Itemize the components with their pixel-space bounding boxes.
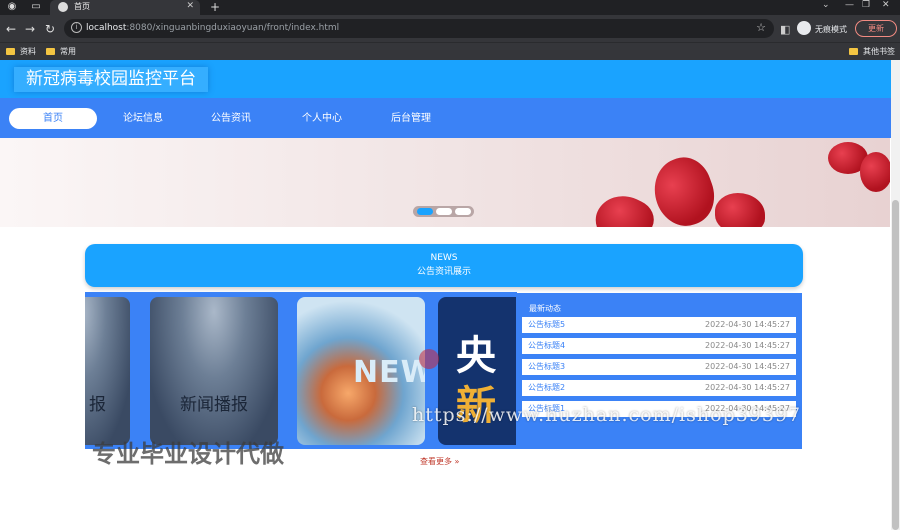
nav-home[interactable]: 首页 — [9, 108, 97, 129]
latest-news-item-title: 公告标题2 — [528, 383, 566, 392]
latest-news-item-title: 公告标题3 — [528, 362, 566, 371]
latest-news-item-title: 公告标题5 — [528, 320, 566, 329]
rose-petal-image — [645, 150, 723, 227]
close-window-icon[interactable]: ✕ — [882, 0, 890, 10]
nav-forum[interactable]: 论坛信息 — [104, 108, 182, 129]
banner-dot-1[interactable] — [417, 208, 433, 215]
nav-profile[interactable]: 个人中心 — [283, 108, 361, 129]
watermark-text: 专业毕业设计代做 — [92, 440, 284, 468]
latest-news-item[interactable]: 公告标题3 2022-04-30 14:45:27 — [522, 359, 796, 375]
site-header: 新冠病毒校园监控平台 — [0, 60, 900, 98]
latest-news-item-date: 2022-04-30 14:45:27 — [705, 341, 790, 350]
nav-announcements[interactable]: 公告资讯 — [192, 108, 270, 129]
chrome-menu-icon[interactable]: ◉ — [6, 1, 18, 13]
folder-icon — [849, 48, 858, 55]
banner-dot-2[interactable] — [436, 208, 452, 215]
latest-news-item-date: 2022-04-30 14:45:27 — [705, 320, 790, 329]
other-bookmarks[interactable]: 其他书签 — [849, 46, 895, 57]
news-card[interactable]: 报 — [85, 297, 130, 445]
url-text: localhost:8080/xinguanbingduxiaoyuan/fro… — [86, 23, 340, 33]
rose-petal-image — [715, 193, 765, 227]
browser-address-bar: ← → ↻ i localhost:8080/xinguanbingduxiao… — [0, 15, 900, 42]
favicon-icon — [58, 2, 68, 12]
news-section-header: NEWS 公告资讯展示 — [85, 244, 803, 287]
news-title-en: NEWS — [430, 253, 458, 263]
folder-icon — [6, 48, 15, 55]
news-card-caption: 新闻播报 — [180, 395, 248, 415]
minimize-icon[interactable]: — — [845, 0, 854, 10]
latest-news-item[interactable]: 公告标题2 2022-04-30 14:45:27 — [522, 380, 796, 396]
banner-dot-3[interactable] — [455, 208, 471, 215]
news-card[interactable]: NEW — [297, 297, 425, 445]
browser-tab-title: 首页 — [74, 2, 90, 11]
browser-tab-active[interactable]: 首页 ✕ — [50, 0, 200, 15]
folder-icon — [46, 48, 55, 55]
scrollbar-thumb[interactable] — [892, 200, 899, 530]
forward-icon[interactable]: → — [25, 22, 35, 36]
bookmarks-bar: 资料 常用 其他书签 — [0, 42, 900, 60]
news-card-caption: 报 — [89, 395, 106, 415]
page-scrollbar[interactable] — [891, 60, 900, 530]
new-tab-icon[interactable]: + — [210, 0, 220, 14]
latest-news-item[interactable]: 公告标题4 2022-04-30 14:45:27 — [522, 338, 796, 354]
main-nav: 首页 论坛信息 公告资讯 个人中心 后台管理 — [0, 98, 900, 138]
mouse-cursor-highlight — [419, 349, 439, 369]
latest-news-item[interactable]: 公告标题5 2022-04-30 14:45:27 — [522, 317, 796, 333]
tab-search-icon[interactable]: ⌄ — [822, 0, 830, 10]
incognito-icon — [797, 21, 811, 35]
update-button[interactable]: 更新 — [855, 20, 897, 37]
browser-tab-bar: ◉ ▭ 首页 ✕ + ⌄ — ❐ ✕ — [0, 0, 900, 15]
news-card-caption: NEW — [353, 355, 425, 390]
bookmark-star-icon[interactable]: ☆ — [756, 21, 766, 34]
reload-icon[interactable]: ↻ — [45, 22, 55, 36]
site-info-icon[interactable]: i — [71, 22, 82, 33]
latest-news-item-title: 公告标题4 — [528, 341, 566, 350]
url-input[interactable]: i localhost:8080/xinguanbingduxiaoyuan/f… — [64, 19, 774, 38]
view-more-link[interactable]: 查看更多 » — [420, 456, 459, 467]
rose-petal-image — [588, 186, 660, 227]
rose-petal-image — [860, 152, 890, 192]
maximize-icon[interactable]: ❐ — [862, 0, 870, 10]
news-title-zh: 公告资讯展示 — [416, 267, 471, 277]
hero-banner — [0, 138, 890, 227]
back-icon[interactable]: ← — [6, 22, 16, 36]
bookmark-folder-changyong[interactable]: 常用 — [46, 46, 76, 57]
latest-news-title: 最新动态 — [529, 304, 561, 313]
incognito-label: 无痕模式 — [815, 25, 847, 34]
latest-news-item-date: 2022-04-30 14:45:27 — [705, 383, 790, 392]
bookmark-folder-ziliao[interactable]: 资料 — [6, 46, 36, 57]
latest-news-item-date: 2022-04-30 14:45:27 — [705, 362, 790, 371]
close-tab-icon[interactable]: ✕ — [186, 1, 194, 11]
tab-list-icon[interactable]: ▭ — [30, 1, 42, 13]
side-panel-icon[interactable]: ◧ — [780, 23, 790, 36]
news-card[interactable]: 新闻播报 — [150, 297, 278, 445]
watermark-url: https://www.huzhan.com/ishop39397 — [412, 404, 802, 426]
site-title: 新冠病毒校园监控平台 — [14, 67, 208, 92]
banner-pagination — [413, 206, 474, 217]
nav-admin[interactable]: 后台管理 — [372, 108, 450, 129]
